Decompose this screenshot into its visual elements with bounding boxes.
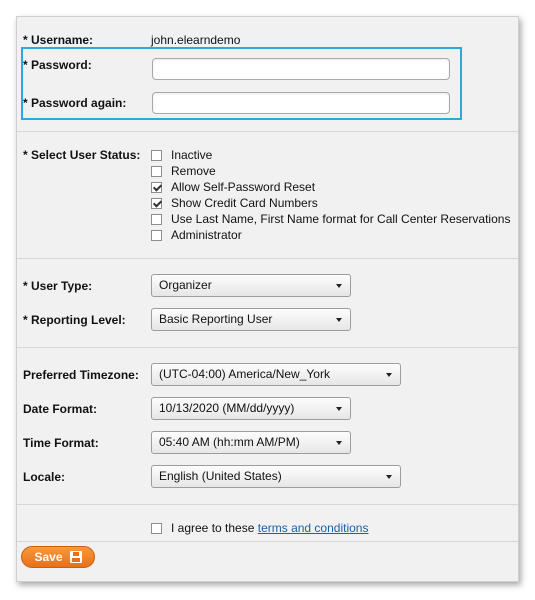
save-button[interactable]: Save [21, 546, 95, 568]
chevron-down-icon [386, 475, 392, 479]
reporting-level-select[interactable]: Basic Reporting User [151, 308, 351, 331]
section-divider [17, 541, 518, 542]
section-divider [17, 258, 518, 259]
locale-label: Locale: [23, 470, 66, 484]
password-again-input[interactable] [152, 92, 450, 114]
floppy-disk-icon [69, 551, 82, 563]
time-format-label: Time Format: [23, 436, 99, 450]
user-status-label: * Select User Status: [23, 148, 141, 162]
date-format-select[interactable]: 10/13/2020 (MM/dd/yyyy) [151, 397, 351, 420]
terms-agreement[interactable]: I agree to these terms and conditions [151, 520, 368, 536]
terms-checkbox[interactable] [151, 522, 162, 534]
status-option-administrator[interactable]: Administrator [151, 227, 242, 243]
user-type-selected-value: Organizer [159, 278, 212, 292]
terms-text: I agree to these terms and conditions [171, 521, 368, 535]
status-option-label: Allow Self-Password Reset [171, 180, 316, 194]
checkbox[interactable] [151, 197, 162, 209]
user-type-label: * User Type: [23, 279, 93, 293]
password-label: * Password: [23, 58, 92, 72]
status-option-label: Show Credit Card Numbers [171, 196, 318, 210]
reporting-level-selected-value: Basic Reporting User [159, 312, 273, 326]
status-option-show-credit-card[interactable]: Show Credit Card Numbers [151, 195, 318, 211]
time-format-selected-value: 05:40 AM (hh:mm AM/PM) [159, 435, 300, 449]
timezone-label: Preferred Timezone: [23, 368, 139, 382]
chevron-down-icon [386, 373, 392, 377]
user-settings-form: * Username: john.elearndemo * Password: … [16, 16, 519, 582]
status-option-self-password-reset[interactable]: Allow Self-Password Reset [151, 179, 315, 195]
status-option-label: Administrator [171, 228, 242, 242]
checkbox[interactable] [151, 229, 162, 241]
status-option-inactive[interactable]: Inactive [151, 147, 212, 163]
status-option-label: Inactive [171, 148, 213, 162]
timezone-selected-value: (UTC-04:00) America/New_York [159, 367, 330, 381]
status-option-label: Use Last Name, First Name format for Cal… [171, 212, 511, 226]
locale-selected-value: English (United States) [159, 469, 282, 483]
section-divider [17, 347, 518, 348]
checkbox[interactable] [151, 149, 162, 161]
chevron-down-icon [336, 318, 342, 322]
username-value: john.elearndemo [151, 33, 241, 47]
status-option-remove[interactable]: Remove [151, 163, 216, 179]
checkbox[interactable] [151, 181, 162, 193]
status-option-last-name-first-format[interactable]: Use Last Name, First Name format for Cal… [151, 211, 510, 227]
timezone-select[interactable]: (UTC-04:00) America/New_York [151, 363, 401, 386]
checkbox[interactable] [151, 213, 162, 225]
section-divider [17, 131, 518, 132]
locale-select[interactable]: English (United States) [151, 465, 401, 488]
save-button-label: Save [34, 550, 63, 564]
password-again-label: * Password again: [23, 96, 127, 110]
section-divider [17, 504, 518, 505]
date-format-label: Date Format: [23, 402, 98, 416]
terms-link[interactable]: terms and conditions [258, 521, 369, 535]
checkbox[interactable] [151, 165, 162, 177]
reporting-level-label: * Reporting Level: [23, 313, 126, 327]
time-format-select[interactable]: 05:40 AM (hh:mm AM/PM) [151, 431, 351, 454]
user-type-select[interactable]: Organizer [151, 274, 351, 297]
chevron-down-icon [336, 407, 342, 411]
terms-prefix: I agree to these [171, 521, 258, 535]
status-option-label: Remove [171, 164, 216, 178]
chevron-down-icon [336, 284, 342, 288]
date-format-selected-value: 10/13/2020 (MM/dd/yyyy) [159, 401, 295, 415]
password-input[interactable] [152, 58, 450, 80]
username-label: * Username: [23, 33, 94, 47]
chevron-down-icon [336, 441, 342, 445]
